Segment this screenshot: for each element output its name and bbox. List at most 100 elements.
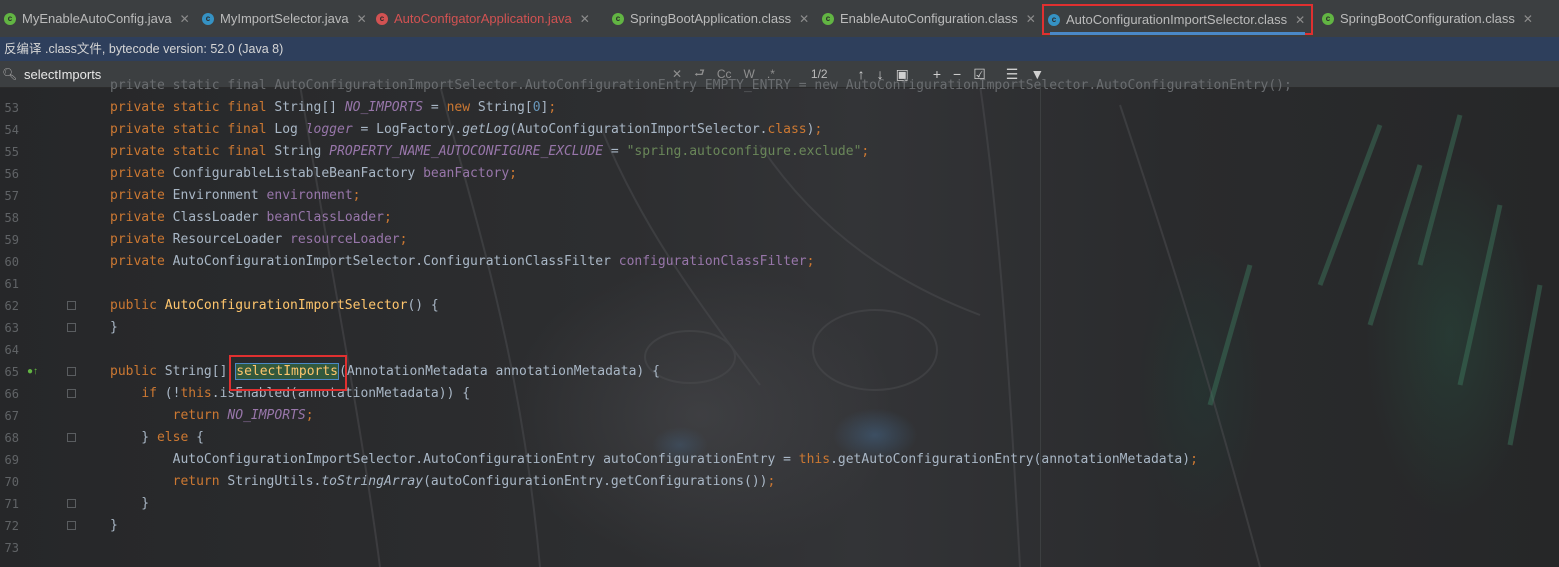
gutter-line: 60 [0,251,100,273]
gutter-line: 69 [0,449,100,471]
tab-springbootapplication-class[interactable]: c SpringBootApplication.class ✕ [608,0,815,37]
search-icon[interactable]: 🔍︎ [0,67,22,81]
tab-label: SpringBootApplication.class [630,11,792,26]
fold-marker-icon[interactable] [67,521,76,530]
gutter-line: 58 [0,207,100,229]
gutter-line: 71 [0,493,100,515]
class-file-icon: c [612,12,624,25]
gutter-line: 63 [0,317,100,339]
close-tab-icon[interactable]: ✕ [357,12,367,26]
tab-springbootconfiguration-class[interactable]: c SpringBootConfiguration.class ✕ [1318,0,1539,37]
close-tab-icon[interactable]: ✕ [1295,13,1305,27]
implements-method-icon[interactable]: ●↑ [27,361,38,383]
code-editor[interactable]: private static final AutoConfigurationIm… [0,78,1559,567]
editor-tab-bar: c MyEnableAutoConfig.java ✕ c MyImportSelect… [0,0,1559,38]
line-number: 56 [4,167,19,181]
line-number: 66 [4,387,19,401]
line-number: 67 [4,409,19,423]
gutter-line: 59 [0,229,100,251]
code-line[interactable]: private ConfigurableListableBeanFactory … [110,163,517,185]
decompiler-notice: 反编译 .class文件, bytecode version: 52.0 (Ja… [0,37,1559,61]
gutter-line: 73 [0,537,100,559]
gutter-line: 57 [0,185,100,207]
tab-label: MyImportSelector.java [220,11,349,26]
close-tab-icon[interactable]: ✕ [1026,12,1036,26]
tab-label: SpringBootConfiguration.class [1340,11,1515,26]
gutter-line: 72 [0,515,100,537]
fold-marker-icon[interactable] [67,301,76,310]
java-file-icon: c [4,12,16,25]
fold-marker-icon[interactable] [67,389,76,398]
java-file-icon: c [376,12,388,25]
code-line[interactable]: private ResourceLoader resourceLoader; [110,229,407,251]
class-file-icon: c [822,12,834,25]
code-line[interactable]: private static final Log logger = LogFac… [110,119,822,141]
code-line[interactable]: } else { [110,427,204,449]
gutter-line: 70 [0,471,100,493]
code-line[interactable]: public String[] selectImports(Annotation… [110,361,660,383]
line-number: 72 [4,519,19,533]
gutter-line: 54 [0,119,100,141]
gutter-line: 55 [0,141,100,163]
code-line[interactable]: private AutoConfigurationImportSelector.… [110,251,814,273]
tab-autoconfigurationimportselector-class[interactable]: c AutoConfigurationImportSelector.class ✕ [1042,4,1314,35]
line-number: 65 [4,365,19,379]
fold-marker-icon[interactable] [67,323,76,332]
code-line[interactable]: return StringUtils.toStringArray(autoCon… [110,471,776,493]
line-number: 59 [4,233,19,247]
close-tab-icon[interactable]: ✕ [1523,12,1533,26]
fold-marker-icon[interactable] [67,367,76,376]
line-number: 64 [4,343,19,357]
line-number: 58 [4,211,19,225]
code-line[interactable]: } [110,515,118,537]
tab-label: EnableAutoConfiguration.class [840,11,1018,26]
fold-marker-icon[interactable] [67,499,76,508]
partial-code-line: private static final AutoConfigurationIm… [110,78,1292,93]
class-file-icon: c [1048,13,1060,26]
code-line[interactable]: private Environment environment; [110,185,360,207]
gutter-line: 66 [0,383,100,405]
code-line[interactable]: AutoConfigurationImportSelector.AutoConf… [110,449,1198,471]
code-line[interactable]: public AutoConfigurationImportSelector()… [110,295,439,317]
gutter-line: 61 [0,273,100,295]
code-line[interactable]: } [110,493,149,515]
tab-label: MyEnableAutoConfig.java [22,11,172,26]
close-tab-icon[interactable]: ✕ [580,12,590,26]
code-line[interactable]: private static final String[] NO_IMPORTS… [110,97,556,119]
line-number: 53 [4,101,19,115]
code-line[interactable]: return NO_IMPORTS; [110,405,314,427]
right-margin-guide [1040,87,1041,567]
gutter-line: 64 [0,339,100,361]
gutter-line: 56 [0,163,100,185]
search-hit-highlight-box [229,355,347,391]
close-tab-icon[interactable]: ✕ [180,12,190,26]
gutter-line: 62 [0,295,100,317]
line-number: 68 [4,431,19,445]
line-number: 70 [4,475,19,489]
tab-enableautoconfiguration-class[interactable]: c EnableAutoConfiguration.class ✕ [818,0,1042,37]
gutter-line: 53 [0,97,100,119]
gutter-line: 65 ●↑ [0,361,100,383]
code-line[interactable]: private ClassLoader beanClassLoader; [110,207,392,229]
tab-label: AutoConfigurationImportSelector.class [1066,12,1288,27]
line-number: 57 [4,189,19,203]
line-number: 71 [4,497,19,511]
line-number: 63 [4,321,19,335]
code-line[interactable]: } [110,317,118,339]
tab-myenableautoconfig-java[interactable]: c MyEnableAutoConfig.java ✕ [0,0,196,37]
line-number: 60 [4,255,19,269]
class-file-icon: c [1322,12,1334,25]
tab-myimportselector-java[interactable]: c MyImportSelector.java ✕ [198,0,373,37]
fold-marker-icon[interactable] [67,433,76,442]
tab-label: AutoConfigatorApplication.java [394,11,572,26]
line-number: 73 [4,541,19,555]
gutter-line: 67 [0,405,100,427]
line-number: 55 [4,145,19,159]
tab-autoconfigatorapplication-java[interactable]: c AutoConfigatorApplication.java ✕ [372,0,596,37]
close-tab-icon[interactable]: ✕ [799,12,809,26]
java-file-icon: c [202,12,214,25]
gutter-line: 68 [0,427,100,449]
code-line[interactable]: private static final String PROPERTY_NAM… [110,141,869,163]
line-number: 54 [4,123,19,137]
line-number: 61 [4,277,19,291]
